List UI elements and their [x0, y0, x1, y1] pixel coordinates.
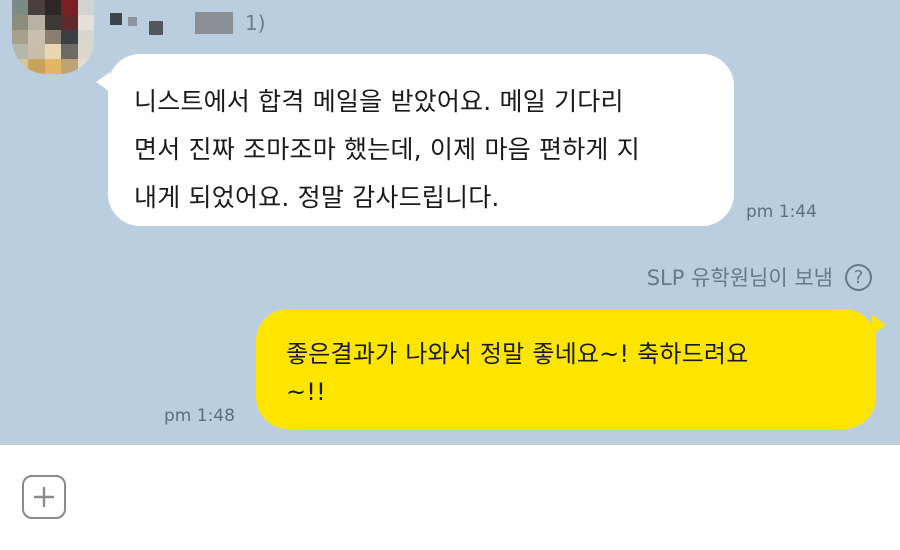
incoming-message-bubble[interactable]: 니스트에서 합격 메일을 받았어요. 메일 기다리 면서 진짜 조마조마 했는데…: [96, 54, 734, 226]
input-bar: [0, 445, 900, 550]
incoming-message-time: pm 1:44: [746, 202, 817, 222]
name-redaction: [149, 21, 163, 35]
attach-button[interactable]: [22, 475, 66, 519]
help-icon[interactable]: ?: [845, 263, 872, 291]
incoming-message-text: 니스트에서 합격 메일을 받았어요. 메일 기다리 면서 진짜 조마조마 했는데…: [134, 87, 640, 212]
name-redaction: [195, 12, 233, 34]
sent-by-text: SLP 유학원님이 보냄: [646, 266, 833, 290]
outgoing-message-bubble[interactable]: 좋은결과가 나와서 정말 좋네요~! 축하드려요 ~!!: [256, 309, 886, 429]
name-redaction: [128, 16, 137, 26]
plus-icon: [34, 487, 54, 507]
chat-area[interactable]: 1) 니스트에서 합격 메일을 받았어요. 메일 기다리 면서 진짜 조마조마 …: [0, 0, 900, 445]
sender-name-suffix: 1): [245, 11, 266, 35]
sender-name: 1): [110, 8, 266, 38]
outgoing-message-time: pm 1:48: [164, 406, 235, 426]
sent-by-note: SLP 유학원님이 보냄 ?: [647, 262, 872, 292]
name-redaction: [110, 13, 122, 25]
help-glyph: ?: [853, 266, 864, 288]
outgoing-message-text: 좋은결과가 나와서 정말 좋네요~! 축하드려요 ~!!: [286, 340, 749, 406]
avatar[interactable]: [12, 0, 94, 74]
